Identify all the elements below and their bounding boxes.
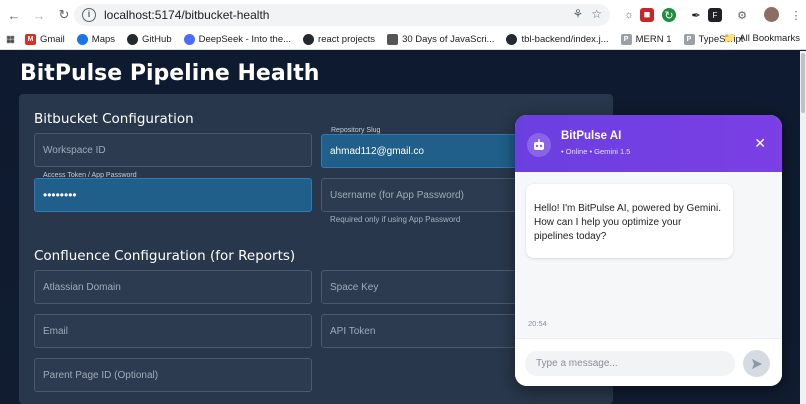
folder-icon: 📁: [723, 33, 736, 44]
page-icon: P: [683, 34, 695, 45]
api-token-placeholder: API Token: [330, 325, 376, 337]
send-button[interactable]: [743, 350, 770, 377]
access-token-input[interactable]: ••••••••: [34, 178, 312, 212]
parent-page-id-placeholder: Parent Page ID (Optional): [43, 369, 159, 381]
bookmark-star-icon[interactable]: ☆: [591, 7, 602, 21]
extensions-puzzle-icon[interactable]: ⚙: [732, 5, 752, 25]
apps-grid-icon[interactable]: ▦: [6, 34, 15, 45]
bookmark-label: Gmail: [39, 34, 65, 45]
extension-icon[interactable]: ↻: [662, 8, 676, 22]
message-timestamp: 20:54: [528, 319, 547, 328]
address-bar[interactable]: i localhost:5174/bitbucket-health ⚘ ☆: [74, 4, 610, 26]
bookmark-label: 30 Days of JavaScri...: [402, 34, 495, 45]
atlassian-domain-input[interactable]: Atlassian Domain: [34, 270, 312, 304]
javascript-icon: [387, 34, 399, 45]
all-bookmarks[interactable]: 📁 All Bookmarks: [723, 33, 800, 44]
extension-icon[interactable]: ■: [640, 8, 654, 22]
workspace-id-input[interactable]: Workspace ID: [34, 133, 312, 167]
bookmark-label: Maps: [91, 34, 116, 45]
space-key-placeholder: Space Key: [330, 281, 379, 293]
chat-bot-status: • Online • Gemini 1.5: [561, 147, 631, 156]
forward-icon[interactable]: →: [28, 4, 50, 26]
bookmark-30-days-js[interactable]: 30 Days of JavaScri...: [387, 34, 494, 45]
bookmark-label: react projects: [318, 34, 376, 45]
back-icon[interactable]: ←: [3, 4, 25, 26]
reload-icon[interactable]: ↻: [53, 4, 75, 26]
bookmark-label: MERN 1: [635, 34, 672, 45]
bitbucket-section-title: Bitbucket Configuration: [34, 111, 194, 127]
url-text: localhost:5174/bitbucket-health: [104, 8, 270, 22]
page-scrollbar[interactable]: [800, 51, 806, 404]
all-bookmarks-label: All Bookmarks: [739, 33, 800, 44]
maps-icon: [76, 34, 88, 45]
username-hint: Required only if using App Password: [330, 215, 461, 224]
send-icon: [751, 358, 762, 369]
github-icon: [127, 34, 139, 45]
bookmarks-bar: ▦ M Gmail Maps GitHub DeepSeek - Into the…: [0, 30, 806, 50]
robot-icon: [527, 133, 551, 157]
repo-slug-value: ahmad112@gmail.co: [330, 145, 424, 157]
email-input[interactable]: Email: [34, 314, 312, 348]
chat-message-input[interactable]: Type a message...: [525, 351, 735, 376]
menu-kebab-icon[interactable]: ⋮: [786, 5, 806, 25]
repo-slug-label: Repository Slug: [331, 127, 381, 134]
chat-header: BitPulse AI • Online • Gemini 1.5 ✕: [515, 115, 782, 172]
atlassian-domain-placeholder: Atlassian Domain: [43, 281, 121, 293]
password-key-icon[interactable]: ⚘: [572, 7, 583, 21]
chat-bot-name: BitPulse AI: [561, 130, 622, 142]
chat-widget: BitPulse AI • Online • Gemini 1.5 ✕ Hell…: [515, 115, 782, 386]
bookmark-deepseek[interactable]: DeepSeek - Into the...: [183, 34, 292, 45]
email-placeholder: Email: [43, 325, 69, 337]
bookmark-react-projects[interactable]: react projects: [303, 34, 375, 45]
chat-footer: Type a message...: [515, 338, 782, 386]
profile-avatar[interactable]: [764, 7, 779, 22]
bookmark-maps[interactable]: Maps: [76, 34, 116, 45]
bookmark-gmail[interactable]: M Gmail: [24, 34, 65, 45]
scrollbar-thumb[interactable]: [801, 53, 805, 113]
confluence-section-title: Confluence Configuration (for Reports): [34, 248, 296, 264]
bookmark-tbl-backend[interactable]: tbl-backend/index.j...: [506, 34, 609, 45]
access-token-value: ••••••••: [43, 188, 77, 202]
bookmark-mern-1[interactable]: P MERN 1: [620, 34, 672, 45]
browser-toolbar: ← → ↻ i localhost:5174/bitbucket-health …: [0, 0, 806, 30]
chat-input-placeholder: Type a message...: [536, 358, 618, 369]
bookmark-github[interactable]: GitHub: [127, 34, 172, 45]
deepseek-icon: [183, 34, 195, 45]
extension-icon[interactable]: F: [708, 8, 722, 22]
bookmark-label: GitHub: [142, 34, 172, 45]
github-icon: [303, 34, 315, 45]
close-icon[interactable]: ✕: [754, 135, 766, 152]
site-info-icon[interactable]: i: [82, 8, 96, 22]
bot-message: Hello! I'm BitPulse AI, powered by Gemin…: [526, 184, 733, 258]
parent-page-id-input[interactable]: Parent Page ID (Optional): [34, 358, 312, 392]
eyedropper-icon[interactable]: ✒: [686, 5, 706, 25]
extension-icon[interactable]: ☼: [619, 5, 639, 25]
workspace-placeholder: Workspace ID: [43, 144, 106, 156]
gmail-icon: M: [24, 34, 36, 45]
page-title: BitPulse Pipeline Health: [20, 61, 320, 86]
chat-messages: Hello! I'm BitPulse AI, powered by Gemin…: [515, 172, 782, 338]
page-icon: P: [620, 34, 632, 45]
bookmark-label: DeepSeek - Into the...: [198, 34, 292, 45]
username-placeholder: Username (for App Password): [330, 189, 464, 201]
bookmark-label: tbl-backend/index.j...: [521, 34, 609, 45]
github-icon: [506, 34, 518, 45]
